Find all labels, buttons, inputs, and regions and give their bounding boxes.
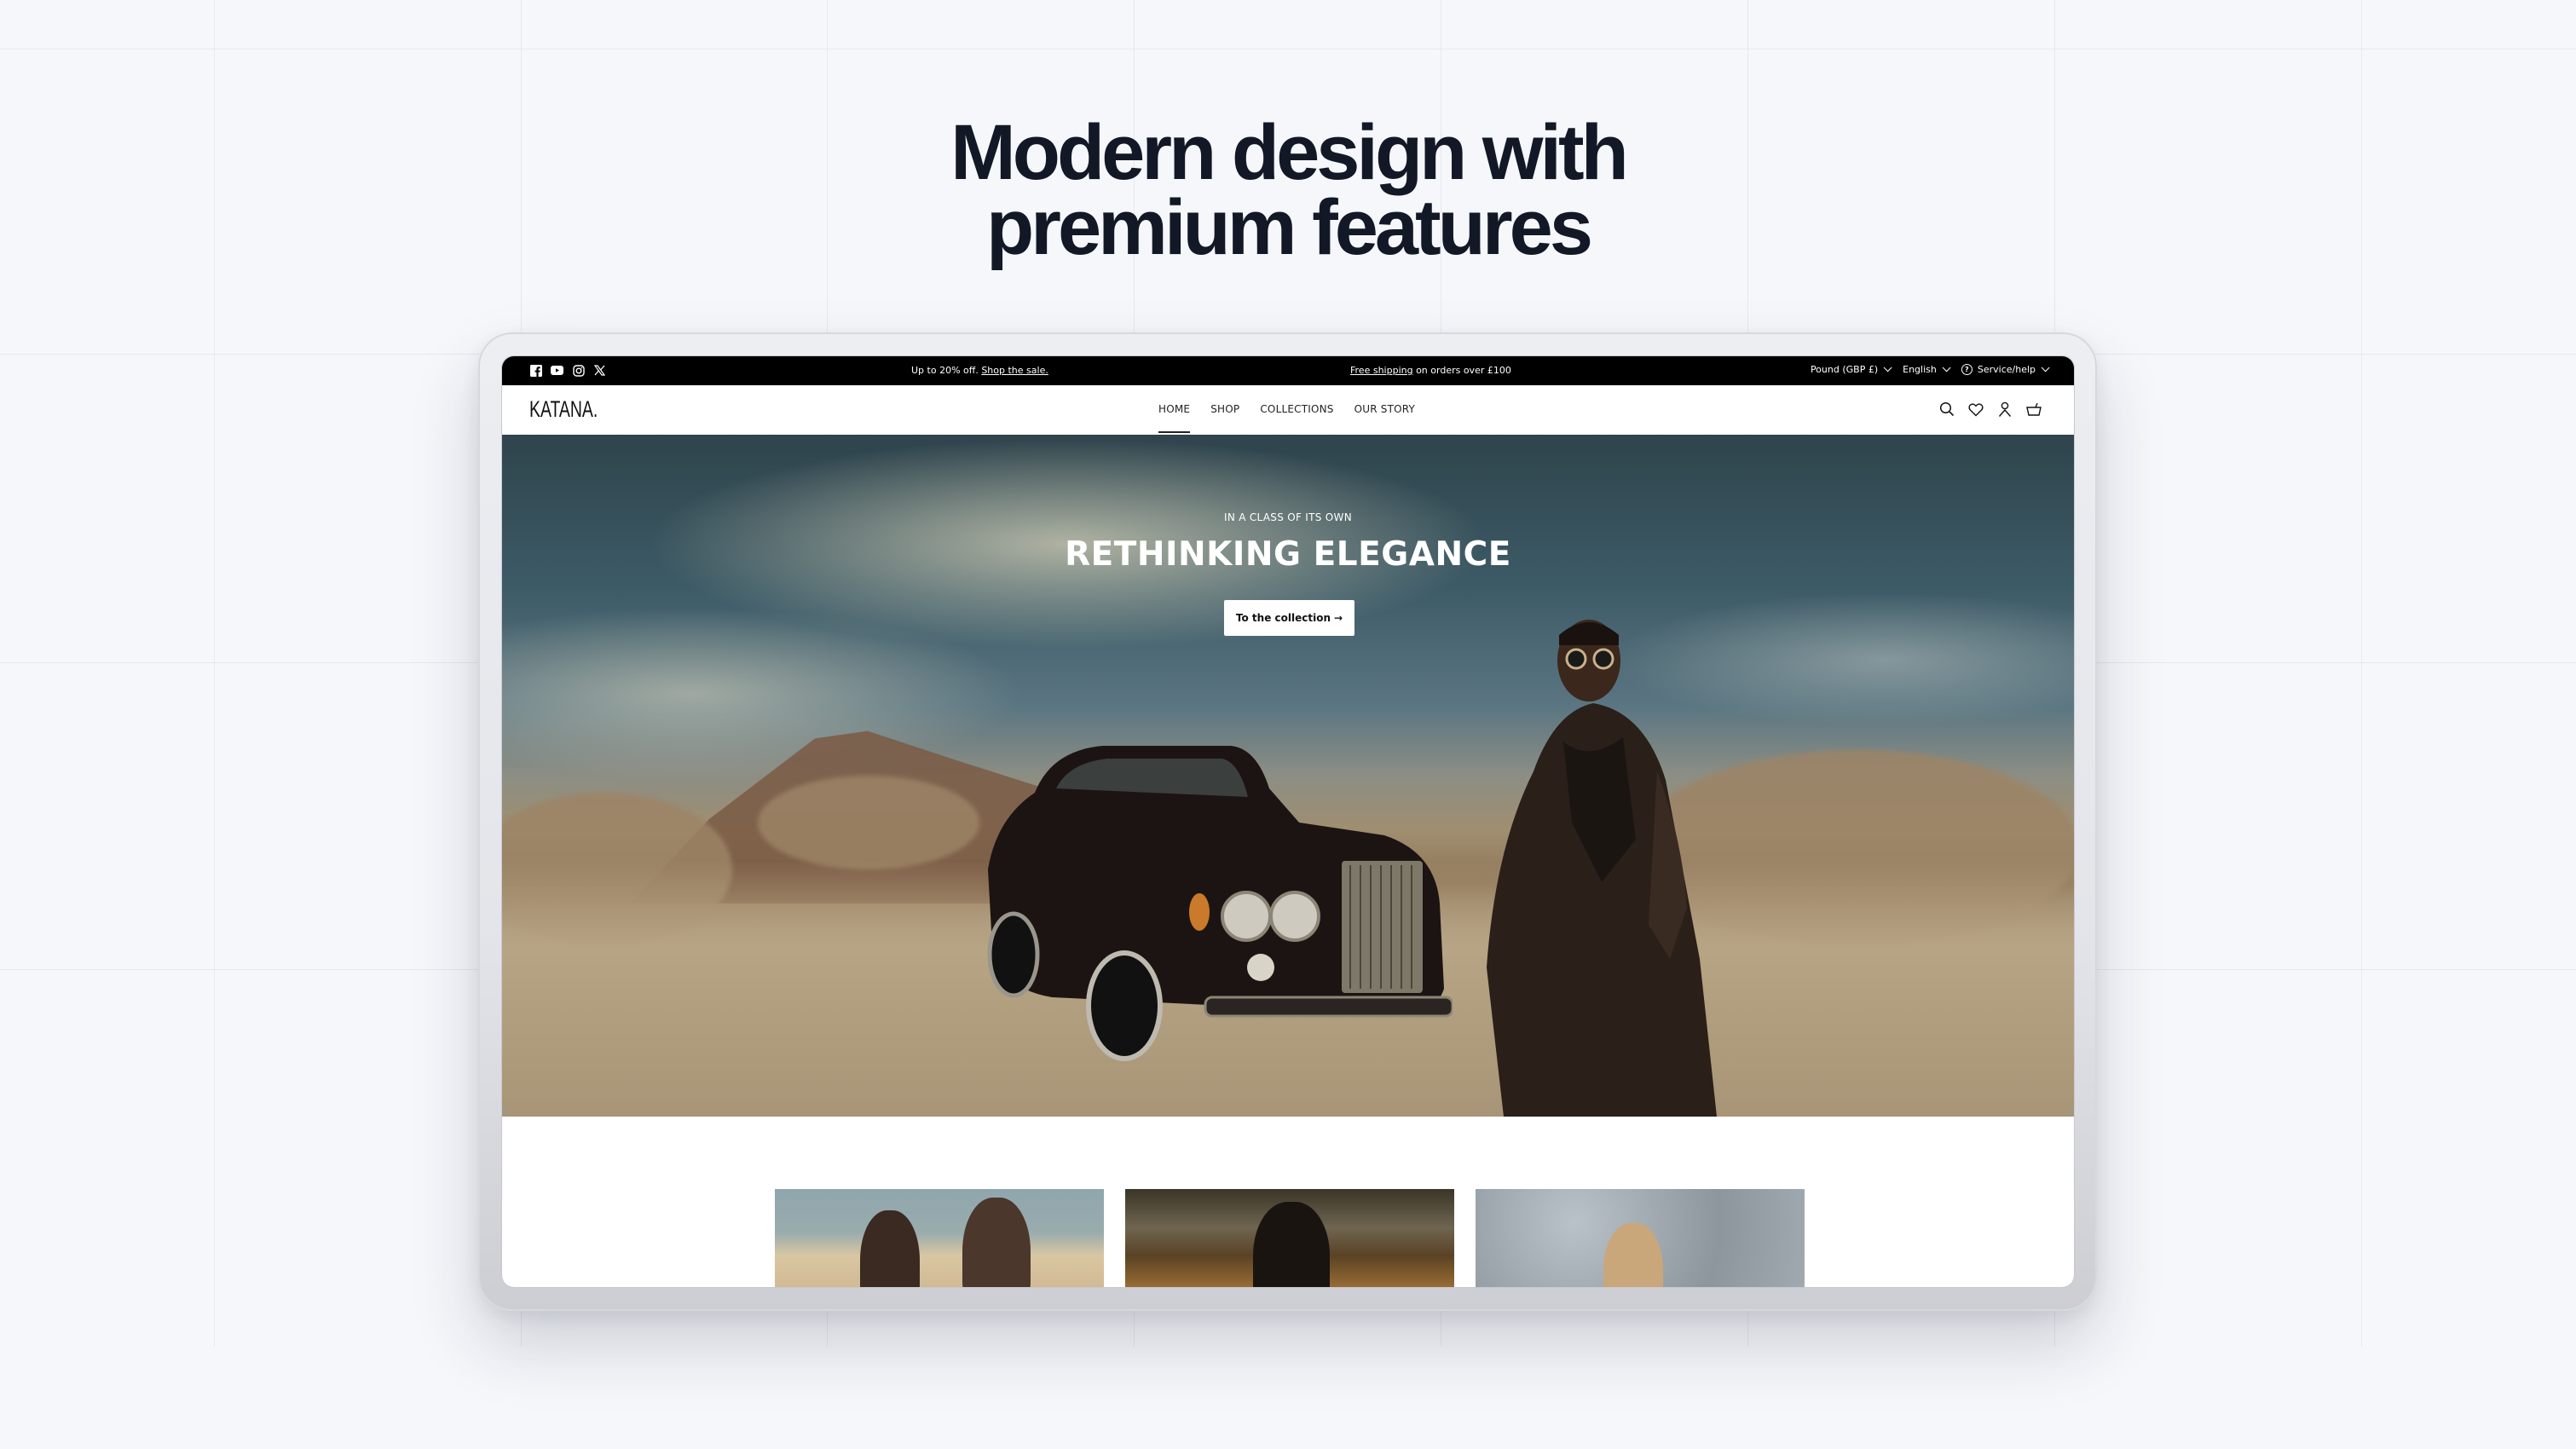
- sale-promo: Up to 20% off. Shop the sale.: [911, 365, 1048, 376]
- primary-nav: HOME SHOP COLLECTIONS OUR STORY: [1158, 403, 1415, 433]
- locale-controls: Pound (GBP £) English ? Service/help: [1810, 363, 2050, 375]
- shipping-promo-text: on orders over £100: [1412, 365, 1511, 376]
- header-actions: [1938, 400, 2043, 419]
- chevron-down-icon: [2041, 363, 2050, 372]
- language-label: English: [1903, 364, 1937, 375]
- collection-cards: [775, 1189, 1805, 1287]
- card-image-model: [860, 1210, 920, 1287]
- x-icon[interactable]: [593, 364, 606, 377]
- help-icon: ?: [1961, 364, 1972, 375]
- collection-card[interactable]: [1125, 1189, 1454, 1287]
- currency-label: Pound (GBP £): [1810, 364, 1879, 375]
- card-image-model: [1603, 1223, 1663, 1287]
- to-collection-button[interactable]: To the collection →: [1224, 600, 1354, 636]
- sale-promo-text: Up to 20% off.: [911, 365, 982, 376]
- service-help-dropdown[interactable]: ? Service/help: [1961, 363, 2050, 375]
- main-navbar: KATANA. HOME SHOP COLLECTIONS OUR STORY: [502, 385, 2074, 435]
- hero-image-model: [1487, 620, 1717, 1117]
- cta-label: To the collection: [1235, 612, 1331, 624]
- page-headline: Modern design with premium features: [0, 109, 2576, 271]
- cart-basket-icon[interactable]: [2024, 400, 2043, 419]
- nav-item-home[interactable]: HOME: [1158, 403, 1191, 433]
- wishlist-heart-icon[interactable]: [1967, 400, 1985, 419]
- youtube-icon[interactable]: [551, 364, 563, 377]
- service-help-label: Service/help: [1977, 364, 2036, 375]
- hero-title: RETHINKING ELEGANCE: [1065, 535, 1511, 574]
- card-image-model: [1253, 1202, 1330, 1287]
- website-screen: Up to 20% off. Shop the sale. Free shipp…: [502, 356, 2074, 1287]
- account-icon[interactable]: [1996, 400, 2014, 419]
- announcement-bar: Up to 20% off. Shop the sale. Free shipp…: [502, 356, 2074, 385]
- nav-item-our-story[interactable]: OUR STORY: [1354, 403, 1415, 415]
- collection-card[interactable]: [775, 1189, 1104, 1287]
- shipping-promo: Free shipping on orders over £100: [1350, 365, 1511, 376]
- hero-image-brush: [758, 776, 979, 869]
- language-selector[interactable]: English: [1903, 363, 1951, 375]
- social-links: [529, 364, 606, 377]
- instagram-icon[interactable]: [572, 364, 585, 377]
- nav-item-collections[interactable]: COLLECTIONS: [1260, 403, 1333, 415]
- hero-banner: IN A CLASS OF ITS OWN RETHINKING ELEGANC…: [502, 435, 2074, 1117]
- brand-logo[interactable]: KATANA.: [529, 396, 598, 423]
- free-shipping-link[interactable]: Free shipping: [1350, 365, 1413, 376]
- hero-eyebrow: IN A CLASS OF ITS OWN: [1223, 511, 1352, 523]
- arrow-right-icon: →: [1334, 612, 1343, 624]
- chevron-down-icon: [1883, 363, 1892, 372]
- collection-card[interactable]: [1476, 1189, 1805, 1287]
- search-icon[interactable]: [1938, 400, 1956, 419]
- headline-line-2: premium features: [985, 184, 1593, 271]
- shop-sale-link[interactable]: Shop the sale.: [981, 365, 1048, 376]
- card-image-model: [962, 1198, 1031, 1287]
- nav-item-shop[interactable]: SHOP: [1210, 403, 1239, 415]
- currency-selector[interactable]: Pound (GBP £): [1810, 363, 1892, 375]
- chevron-down-icon: [1942, 363, 1951, 372]
- headline-line-1: Modern design with: [950, 109, 1629, 196]
- hero-image-car: [987, 746, 1453, 1061]
- facebook-icon[interactable]: [529, 364, 542, 377]
